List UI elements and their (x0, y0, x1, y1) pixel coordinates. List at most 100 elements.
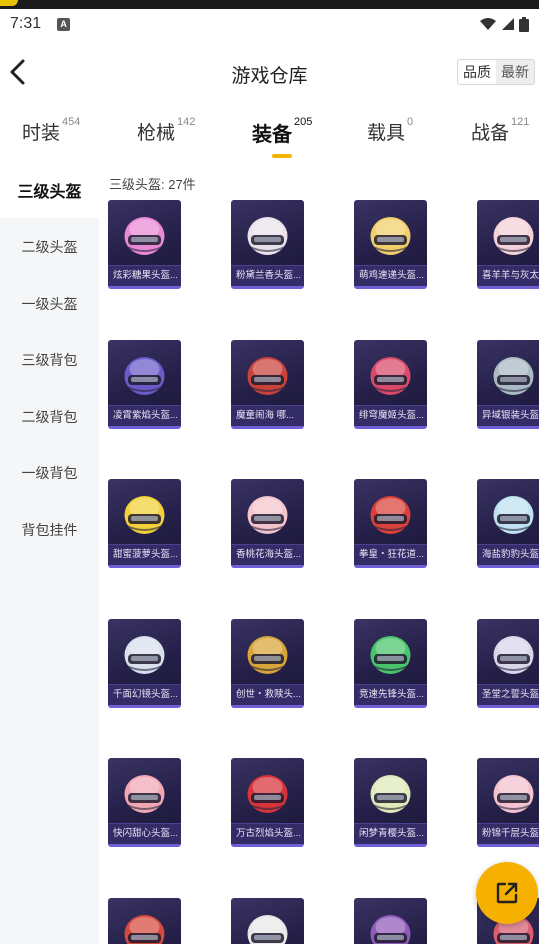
item-name: 绯穹魔姬头盔... (354, 405, 427, 426)
tab-firearms[interactable]: 枪械142 (137, 116, 196, 145)
item-name: 喜羊羊与灰太 (477, 265, 539, 286)
helmet-icon (124, 775, 165, 813)
tab-label: 时装 (22, 123, 61, 144)
tab-count: 142 (177, 116, 196, 128)
helmet-item-card[interactable]: 凌霄紫焰头盔... (108, 340, 181, 429)
item-name: 创世・救赎头... (231, 684, 304, 705)
item-name: 异域银装头盔 (477, 405, 539, 426)
helmet-item-card[interactable] (108, 898, 181, 944)
signal-icon (502, 18, 514, 30)
item-name: 粉锦千层头盔 (477, 823, 539, 844)
helmet-icon (247, 915, 288, 944)
sidebar: 三级头盔 二级头盔 一级头盔 三级背包 二级背包 一级背包 背包挂件 (0, 162, 99, 944)
helmet-item-card[interactable]: 魔童闹海 哪... (231, 340, 304, 429)
sidebar-item-level2-helmet[interactable]: 二级头盔 (0, 219, 99, 275)
tab-count: 121 (511, 116, 530, 128)
helmet-icon (370, 496, 411, 534)
item-name: 炫彩糖果头盔... (108, 265, 181, 286)
helmet-icon (247, 217, 288, 255)
helmet-item-card[interactable]: 万古烈焰头盔... (231, 758, 304, 847)
helmet-icon (493, 357, 534, 395)
sort-option-quality[interactable]: 品质 (458, 60, 496, 84)
sidebar-item-level3-backpack[interactable]: 三级背包 (0, 332, 99, 388)
item-name: 甜蜜菠萝头盔... (108, 544, 181, 565)
tab-battle-prep[interactable]: 战备121 (471, 116, 530, 145)
helmet-icon (247, 775, 288, 813)
helmet-icon (124, 496, 165, 534)
item-name: 圣堂之誓头盔 (477, 684, 539, 705)
sidebar-item-level1-backpack[interactable]: 一级背包 (0, 445, 99, 501)
sort-option-newest[interactable]: 最新 (496, 60, 534, 84)
section-title: 三级头盔: 27件 (109, 177, 196, 192)
helmet-item-card[interactable]: 圣堂之誓头盔 (477, 619, 539, 708)
helmet-icon (493, 636, 534, 674)
tab-count: 205 (294, 116, 313, 128)
tab-label: 载具 (367, 123, 406, 144)
helmet-item-card[interactable]: 粉锦千层头盔 (477, 758, 539, 847)
helmet-item-card[interactable]: 闲梦青樱头盔... (354, 758, 427, 847)
helmet-icon (124, 915, 165, 944)
sidebar-item-level3-helmet[interactable]: 三级头盔 (0, 162, 99, 218)
helmet-item-card[interactable]: 炫彩糖果头盔... (108, 200, 181, 289)
helmet-icon (370, 636, 411, 674)
sort-toggle: 品质 最新 (457, 59, 535, 85)
helmet-item-card[interactable] (354, 898, 427, 944)
status-bar: 7:31 A (0, 9, 539, 39)
top-strip (0, 0, 539, 9)
helmet-icon (370, 775, 411, 813)
helmet-item-card[interactable]: 粉黛兰香头盔... (231, 200, 304, 289)
helmet-icon (370, 217, 411, 255)
sidebar-item-level1-helmet[interactable]: 一级头盔 (0, 276, 99, 332)
helmet-icon (370, 915, 411, 944)
helmet-item-card[interactable]: 快闪甜心头盔... (108, 758, 181, 847)
item-name: 千面幻镜头盔... (108, 684, 181, 705)
helmet-icon (493, 217, 534, 255)
item-name: 魔童闹海 哪... (231, 405, 304, 426)
item-name: 拳皇・狂花道... (354, 544, 427, 565)
sidebar-item-level2-backpack[interactable]: 二级背包 (0, 389, 99, 445)
helmet-item-card[interactable]: 甜蜜菠萝头盔... (108, 479, 181, 568)
helmet-item-card[interactable]: 绯穹魔姬头盔... (354, 340, 427, 429)
notification-dot (0, 0, 18, 6)
tab-vehicles[interactable]: 载具0 (367, 116, 414, 145)
helmet-item-card[interactable]: 拳皇・狂花道... (354, 479, 427, 568)
item-name: 粉黛兰香头盔... (231, 265, 304, 286)
helmet-item-card[interactable]: 竞速先锋头盔... (354, 619, 427, 708)
active-tab-indicator (272, 154, 292, 158)
helmet-item-card[interactable]: 异域银装头盔 (477, 340, 539, 429)
tab-fashion[interactable]: 时装454 (22, 116, 81, 145)
tab-count: 454 (62, 116, 81, 128)
item-name: 闲梦青樱头盔... (354, 823, 427, 844)
item-grid: 三级头盔: 27件 炫彩糖果头盔... 粉黛兰香头盔... 萌鸡速递头盔... 喜羊羊… (99, 162, 539, 944)
helmet-icon (124, 636, 165, 674)
helmet-item-card[interactable]: 创世・救赎头... (231, 619, 304, 708)
tab-label: 装备 (252, 124, 292, 146)
helmet-item-card[interactable]: 海盐豹豹头盔 (477, 479, 539, 568)
item-name: 海盐豹豹头盔 (477, 544, 539, 565)
helmet-item-card[interactable]: 喜羊羊与灰太 (477, 200, 539, 289)
tab-label: 战备 (471, 123, 510, 144)
item-name: 万古烈焰头盔... (231, 823, 304, 844)
tab-label: 枪械 (137, 123, 176, 144)
helmet-icon (124, 217, 165, 255)
tab-count: 0 (407, 116, 414, 128)
tab-equipment[interactable]: 装备205 (252, 116, 313, 158)
share-icon (496, 882, 518, 904)
helmet-item-card[interactable] (231, 898, 304, 944)
share-button[interactable] (476, 862, 538, 924)
helmet-icon (247, 357, 288, 395)
sidebar-item-backpack-charm[interactable]: 背包挂件 (0, 502, 99, 558)
category-tabs: 时装454 枪械142 装备205 载具0 战备121 (0, 110, 539, 158)
item-name: 竞速先锋头盔... (354, 684, 427, 705)
wifi-icon (480, 18, 496, 30)
page-header: 游戏仓库 品质 最新 (0, 45, 539, 97)
helmet-item-card[interactable]: 香桃花海头盔... (231, 479, 304, 568)
helmet-item-card[interactable]: 萌鸡速递头盔... (354, 200, 427, 289)
status-icons (479, 16, 529, 32)
app-badge-icon: A (57, 17, 71, 31)
item-name: 凌霄紫焰头盔... (108, 405, 181, 426)
helmet-item-card[interactable]: 千面幻镜头盔... (108, 619, 181, 708)
helmet-icon (493, 775, 534, 813)
helmet-icon (247, 496, 288, 534)
status-time: 7:31 (10, 15, 42, 32)
